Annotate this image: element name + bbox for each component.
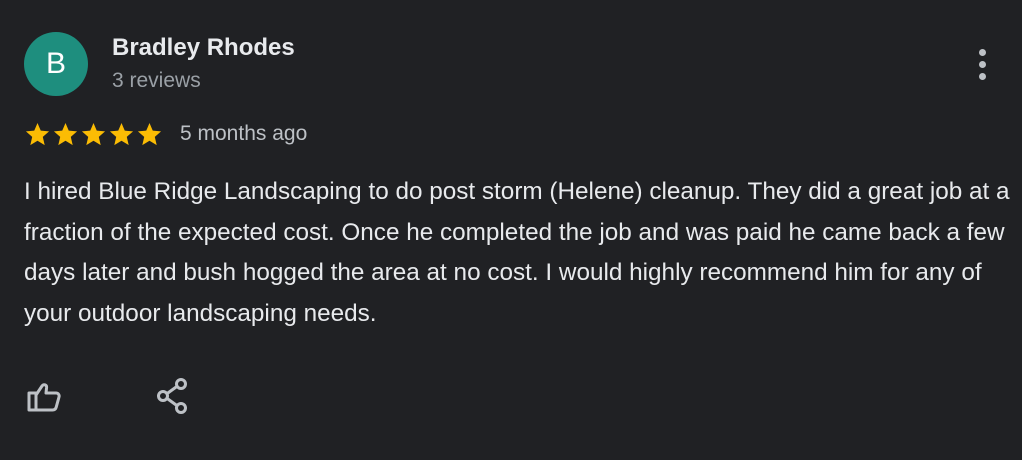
more-options-button[interactable] <box>966 44 998 84</box>
star-rating <box>24 121 163 148</box>
review-count[interactable]: 3 reviews <box>112 67 201 95</box>
more-vert-icon-dot <box>978 60 986 68</box>
more-vert-icon-dot <box>978 72 986 80</box>
like-button[interactable] <box>22 374 66 418</box>
review-text: I hired Blue Ridge Landscaping to do pos… <box>24 178 1010 327</box>
avatar[interactable]: B <box>24 32 88 96</box>
review-date: 5 months ago <box>180 122 308 145</box>
star-icon <box>109 122 134 145</box>
avatar-letter: B <box>45 47 66 80</box>
star-icon <box>25 122 50 145</box>
star-icon <box>53 122 78 145</box>
more-vert-icon <box>978 48 986 56</box>
star-icon <box>137 122 162 145</box>
share-icon <box>157 378 187 414</box>
share-button[interactable] <box>150 374 194 418</box>
star-icon <box>81 122 106 145</box>
reviewer-name[interactable]: Bradley Rhodes <box>112 33 295 63</box>
rating-row: 5 months ago <box>24 118 307 150</box>
thumb-up-icon <box>27 383 61 412</box>
